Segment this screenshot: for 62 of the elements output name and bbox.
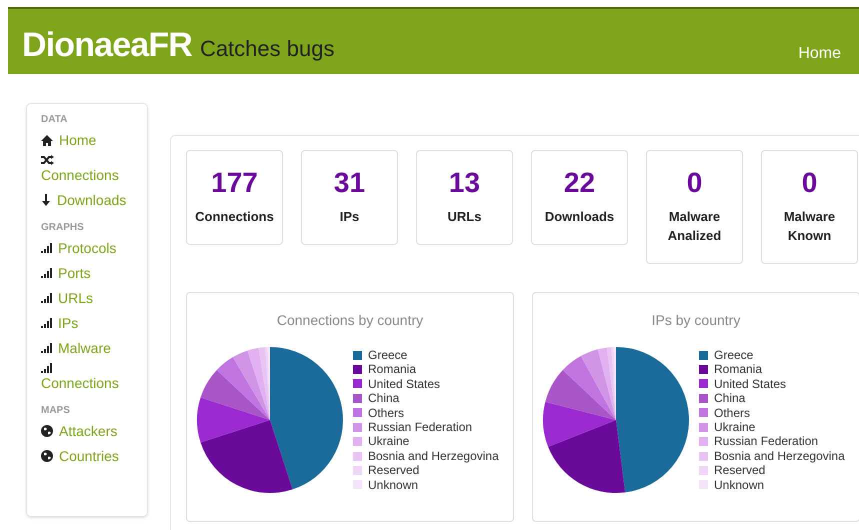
signal-bars-icon [41,363,52,373]
stat-value: 0 [686,166,702,200]
legend-label: Reserved [714,463,766,478]
signal-bars-icon [41,243,52,253]
legend-label: United States [368,376,440,392]
signal-bars-icon [41,318,52,328]
stat-label: Connections [195,208,274,226]
sidebar-link[interactable]: Ports [41,263,133,283]
stat-label: Downloads [544,208,614,226]
tagline: Catches bugs [200,38,334,60]
stat-value: 22 [564,166,596,200]
stat-label: Malware Known [782,208,836,245]
legend-label: China [368,391,400,406]
sidebar-link[interactable]: Home [41,130,133,150]
sidebar-link[interactable]: Downloads [41,190,133,210]
legend-label: Greece [368,348,408,362]
signal-bars-icon [41,293,52,303]
stat-value: 177 [211,166,258,200]
down-arrow-icon [41,194,51,206]
stat-value: 31 [334,166,366,200]
sidebar-link[interactable]: IPs [41,313,133,333]
section-heading: GRAPHS [41,221,85,235]
section-heading: MAPS [41,404,71,418]
globe-icon [41,425,53,437]
home-icon [41,134,53,146]
legend-label: Ukraine [368,434,410,449]
sidebar-link[interactable]: Connections [41,155,133,185]
stat-label: URLs [448,208,482,226]
chart-title: IPs by country [652,311,740,329]
legend-label: Ukraine [714,420,756,434]
legend-label: Bosnia and Herzegovina [714,448,845,464]
sidebar-link[interactable]: Malware [41,338,133,358]
legend-label: Unknown [714,478,764,492]
legend-label: Russian Federation [368,420,472,434]
legend-label: Others [714,406,750,420]
stat-label: Malware Analized [666,208,722,245]
legend-label: Bosnia and Herzegovina [368,448,499,464]
nav-link[interactable]: Home [798,46,841,62]
legend-label: China [714,391,746,406]
brand-title: DionaeaFR [22,28,192,62]
shuffle-icon [41,155,54,165]
legend-label: Romania [368,362,416,377]
stat-label: IPs [340,208,360,226]
signal-bars-icon [41,268,52,278]
sidebar-link[interactable]: Countries [41,446,133,466]
legend-label: Reserved [368,463,420,478]
sidebar-link[interactable]: Connections [41,363,133,393]
stat-value: 0 [802,166,818,200]
legend-label: Greece [714,348,754,362]
legend-label: Romania [714,362,762,377]
section-heading: DATA [41,113,68,127]
legend-label: Others [368,406,404,420]
chart-title: Connections by country [276,311,424,329]
sidebar-link[interactable]: Protocols [41,238,133,258]
signal-bars-icon [41,343,52,353]
stat-value: 13 [448,166,480,200]
legend-label: Russian Federation [714,434,818,449]
sidebar-link[interactable]: Attackers [41,421,133,441]
legend-label: United States [714,376,786,392]
sidebar-link[interactable]: URLs [41,288,133,308]
legend-label: Unknown [368,478,418,492]
globe-icon [41,450,53,462]
